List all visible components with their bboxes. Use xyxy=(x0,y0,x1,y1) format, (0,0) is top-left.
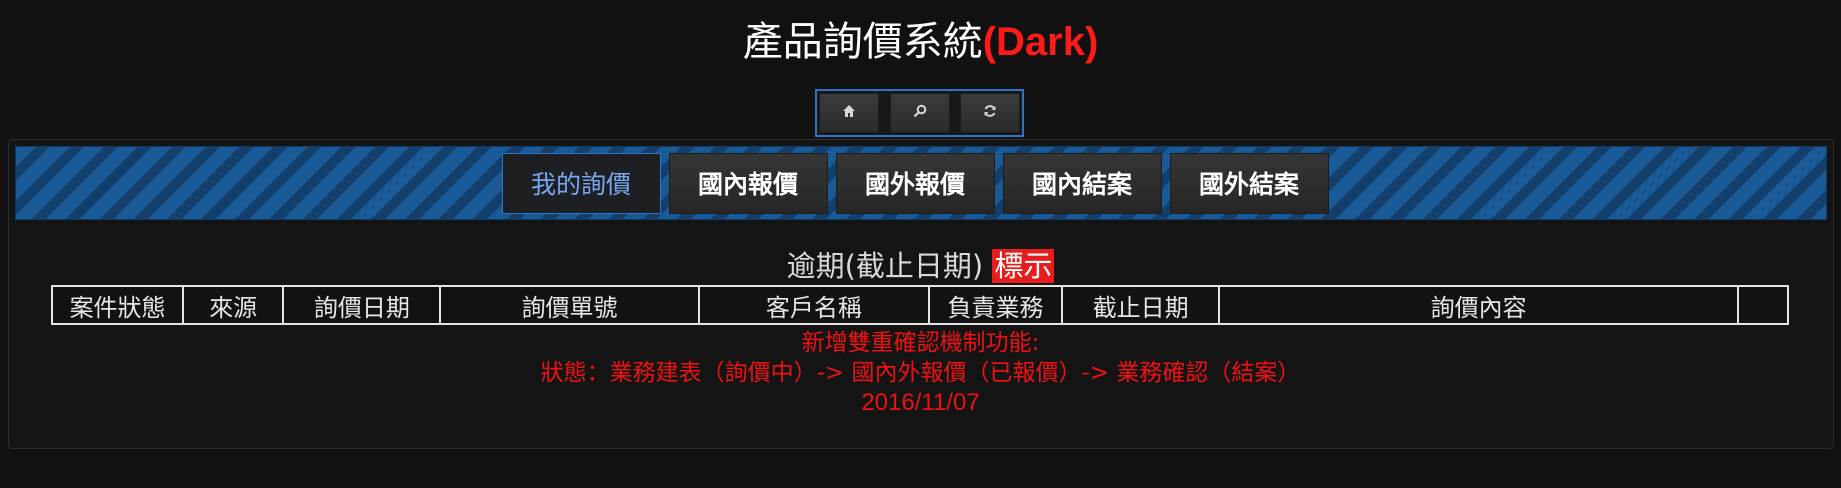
tab-foreign-closed[interactable]: 國外結案 xyxy=(1169,152,1329,214)
tab-my-inquiries[interactable]: 我的詢價 xyxy=(501,152,661,214)
column-header-inquiry-content[interactable]: 詢價內容 xyxy=(1218,285,1739,325)
refresh-button[interactable] xyxy=(960,93,1020,133)
notice-line-feature: 新增雙重確認機制功能: xyxy=(801,330,1040,356)
tab-foreign-quotes[interactable]: 國外報價 xyxy=(835,152,995,214)
column-header-inquiry-date[interactable]: 詢價日期 xyxy=(282,285,442,325)
title-theme-label: (Dark) xyxy=(982,20,1099,64)
tab-bar: 我的詢價 國內報價 國外報價 國內結案 國外結案 xyxy=(15,146,1827,220)
notice-date: 2016/11/07 xyxy=(861,389,980,416)
home-button[interactable] xyxy=(819,93,879,133)
overdue-legend: 逾期(截止日期) 標示 xyxy=(0,247,1841,285)
column-header-source[interactable]: 來源 xyxy=(182,285,285,325)
toolbar xyxy=(815,89,1024,137)
column-header-customer-name[interactable]: 客戶名稱 xyxy=(697,285,930,325)
tab-domestic-quotes[interactable]: 國內報價 xyxy=(668,152,828,214)
column-header-deadline[interactable]: 截止日期 xyxy=(1061,285,1221,325)
overdue-marker-badge: 標示 xyxy=(992,249,1055,283)
title-main: 產品詢價系統 xyxy=(742,19,983,65)
column-header-status[interactable]: 案件狀態 xyxy=(50,285,185,325)
column-header-actions xyxy=(1736,285,1790,325)
search-icon xyxy=(913,104,927,122)
home-icon xyxy=(842,104,856,122)
table-header-row: 案件狀態 來源 詢價日期 詢價單號 客戶名稱 負責業務 截止日期 詢價內容 xyxy=(50,285,1790,325)
search-button[interactable] xyxy=(889,93,950,133)
notice-line-workflow: 狀態：業務建表（詢價中）-> 國內外報價（已報價）-> 業務確認（結案） xyxy=(540,360,1301,386)
overdue-legend-text: 逾期(截止日期) xyxy=(786,249,984,283)
inquiry-table: 案件狀態 來源 詢價日期 詢價單號 客戶名稱 負責業務 截止日期 詢價內容 xyxy=(50,285,1790,325)
page-title: 產品詢價系統(Dark) xyxy=(0,16,1841,68)
tab-domestic-closed[interactable]: 國內結案 xyxy=(1002,152,1162,214)
refresh-icon xyxy=(983,104,997,122)
column-header-inquiry-number[interactable]: 詢價單號 xyxy=(439,285,700,325)
update-notice: 新增雙重確認機制功能: 狀態：業務建表（詢價中）-> 國內外報價（已報價）-> … xyxy=(0,328,1841,418)
column-header-sales-rep[interactable]: 負責業務 xyxy=(927,285,1064,325)
